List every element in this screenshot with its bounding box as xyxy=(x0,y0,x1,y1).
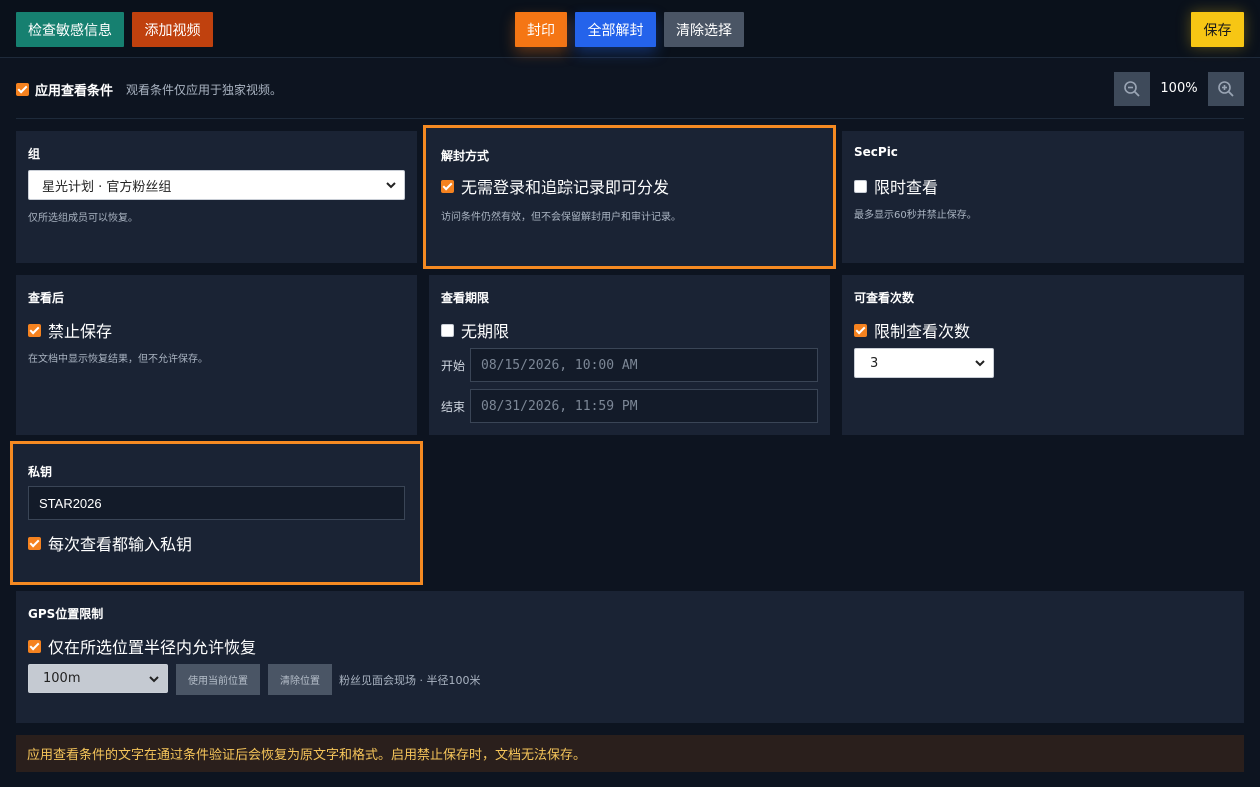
apply-conditions-checkbox[interactable] xyxy=(16,83,29,96)
zoom-in-button[interactable] xyxy=(1208,72,1244,106)
after-view-option[interactable]: 禁止保存 xyxy=(28,318,112,342)
apply-conditions-note: 观看条件仅应用于独家视频。 xyxy=(126,83,283,97)
group-title: 组 xyxy=(28,147,41,161)
no-save-checkbox[interactable] xyxy=(28,323,41,337)
start-label: 开始 xyxy=(441,359,466,373)
after-view-note: 在文档中显示恢复结果，但不允许保存。 xyxy=(28,354,208,365)
end-label: 结束 xyxy=(441,400,466,414)
limit-count-checkbox[interactable] xyxy=(854,323,867,337)
use-current-location-button[interactable]: 使用当前位置 xyxy=(176,664,260,695)
unseal-method-note: 访问条件仍然有效，但不会保留解封用户和审计记录。 xyxy=(441,212,681,223)
zoom-out-button[interactable] xyxy=(1114,72,1150,106)
unseal-method-card: 解封方式 无需登录和追踪记录即可分发 访问条件仍然有效，但不会保留解封用户和审计… xyxy=(423,125,836,269)
unseal-method-checkbox[interactable] xyxy=(441,179,454,193)
after-view-title: 查看后 xyxy=(28,291,65,305)
group-select[interactable]: 星光计划 · 官方粉丝组 xyxy=(28,170,405,200)
zoom-level: 100% xyxy=(1160,81,1198,96)
view-count-card: 可查看次数 限制查看次数 3 xyxy=(842,275,1244,435)
secpic-title: SecPic xyxy=(854,145,898,159)
gps-radius-select[interactable]: 100m xyxy=(28,664,168,693)
chevron-down-icon xyxy=(386,182,396,189)
private-key-label: 每次查看都输入私钥 xyxy=(48,535,193,554)
private-key-title: 私钥 xyxy=(28,465,53,479)
view-period-option[interactable]: 无期限 xyxy=(441,318,509,342)
view-count-value: 3 xyxy=(870,355,879,371)
unseal-method-title: 解封方式 xyxy=(441,149,490,163)
start-datetime-input[interactable]: 08/15/2026, 10:00 AM xyxy=(470,348,818,382)
clear-location-button[interactable]: 清除位置 xyxy=(268,664,332,695)
secpic-note: 最多显示60秒并禁止保存。 xyxy=(854,210,977,221)
view-period-title: 查看期限 xyxy=(441,291,490,305)
private-key-card: 私钥 STAR2026 每次查看都输入私钥 xyxy=(10,441,423,585)
chevron-down-icon xyxy=(149,675,159,682)
unseal-all-button[interactable]: 全部解封 xyxy=(575,12,656,47)
options-row: 应用查看条件 观看条件仅应用于独家视频。 100% xyxy=(16,72,1244,119)
zoom-in-icon xyxy=(1218,81,1234,97)
start-datetime-value: 08/15/2026, 10:00 AM xyxy=(481,357,638,373)
footer-note: 应用查看条件的文字在通过条件验证后会恢复为原文字和格式。启用禁止保存时，文档无法… xyxy=(16,735,1244,772)
gps-checkbox[interactable] xyxy=(28,639,41,653)
secpic-option[interactable]: 限时查看 xyxy=(854,174,938,198)
save-button[interactable]: 保存 xyxy=(1191,12,1244,47)
toolbar: 检查敏感信息 添加视频 封印 全部解封 清除选择 保存 xyxy=(0,0,1260,58)
apply-conditions-label: 应用查看条件 xyxy=(35,84,114,99)
unseal-method-option[interactable]: 无需登录和追踪记录即可分发 xyxy=(441,174,669,198)
private-key-option[interactable]: 每次查看都输入私钥 xyxy=(28,531,192,555)
no-save-label: 禁止保存 xyxy=(48,322,113,341)
gps-location-text: 粉丝见面会现场 · 半径100米 xyxy=(339,674,481,687)
secpic-card: SecPic 限时查看 最多显示60秒并禁止保存。 xyxy=(842,131,1244,263)
secpic-label: 限时查看 xyxy=(874,178,939,197)
gps-radius-value: 100m xyxy=(43,671,81,686)
check-sensitive-button[interactable]: 检查敏感信息 xyxy=(16,12,124,47)
group-select-value: 星光计划 · 官方粉丝组 xyxy=(42,179,172,195)
secpic-checkbox[interactable] xyxy=(854,179,867,193)
after-view-card: 查看后 禁止保存 在文档中显示恢复结果，但不允许保存。 xyxy=(16,275,417,435)
gps-title: GPS位置限制 xyxy=(28,607,104,621)
group-note: 仅所选组成员可以恢复。 xyxy=(28,213,138,224)
add-video-button[interactable]: 添加视频 xyxy=(132,12,213,47)
view-count-title: 可查看次数 xyxy=(854,291,915,305)
view-count-option[interactable]: 限制查看次数 xyxy=(854,318,970,342)
gps-card: GPS位置限制 仅在所选位置半径内允许恢复 xyxy=(16,591,1244,723)
no-limit-label: 无期限 xyxy=(461,322,510,341)
gps-option[interactable]: 仅在所选位置半径内允许恢复 xyxy=(28,634,256,658)
unseal-method-label: 无需登录和追踪记录即可分发 xyxy=(461,178,670,197)
clear-selection-button[interactable]: 清除选择 xyxy=(664,12,744,47)
view-count-select[interactable]: 3 xyxy=(854,348,994,378)
private-key-value: STAR2026 xyxy=(39,495,102,511)
chevron-down-icon xyxy=(975,360,985,367)
end-datetime-value: 08/31/2026, 11:59 PM xyxy=(481,398,638,414)
private-key-input[interactable]: STAR2026 xyxy=(28,486,405,520)
private-key-checkbox[interactable] xyxy=(28,536,41,550)
gps-label: 仅在所选位置半径内允许恢复 xyxy=(48,638,257,657)
group-card: 组 星光计划 · 官方粉丝组 仅所选组成员可以恢复。 xyxy=(16,131,417,263)
limit-count-label: 限制查看次数 xyxy=(874,322,971,341)
footer-note-text: 应用查看条件的文字在通过条件验证后会恢复为原文字和格式。启用禁止保存时，文档无法… xyxy=(27,748,587,763)
no-limit-checkbox[interactable] xyxy=(441,323,454,337)
end-datetime-input[interactable]: 08/31/2026, 11:59 PM xyxy=(470,389,818,423)
seal-button[interactable]: 封印 xyxy=(515,12,567,47)
zoom-out-icon xyxy=(1124,81,1140,97)
view-period-card: 查看期限 无期限 开始 08/15/2026, 10:00 AM 结束 08/3… xyxy=(429,275,830,435)
